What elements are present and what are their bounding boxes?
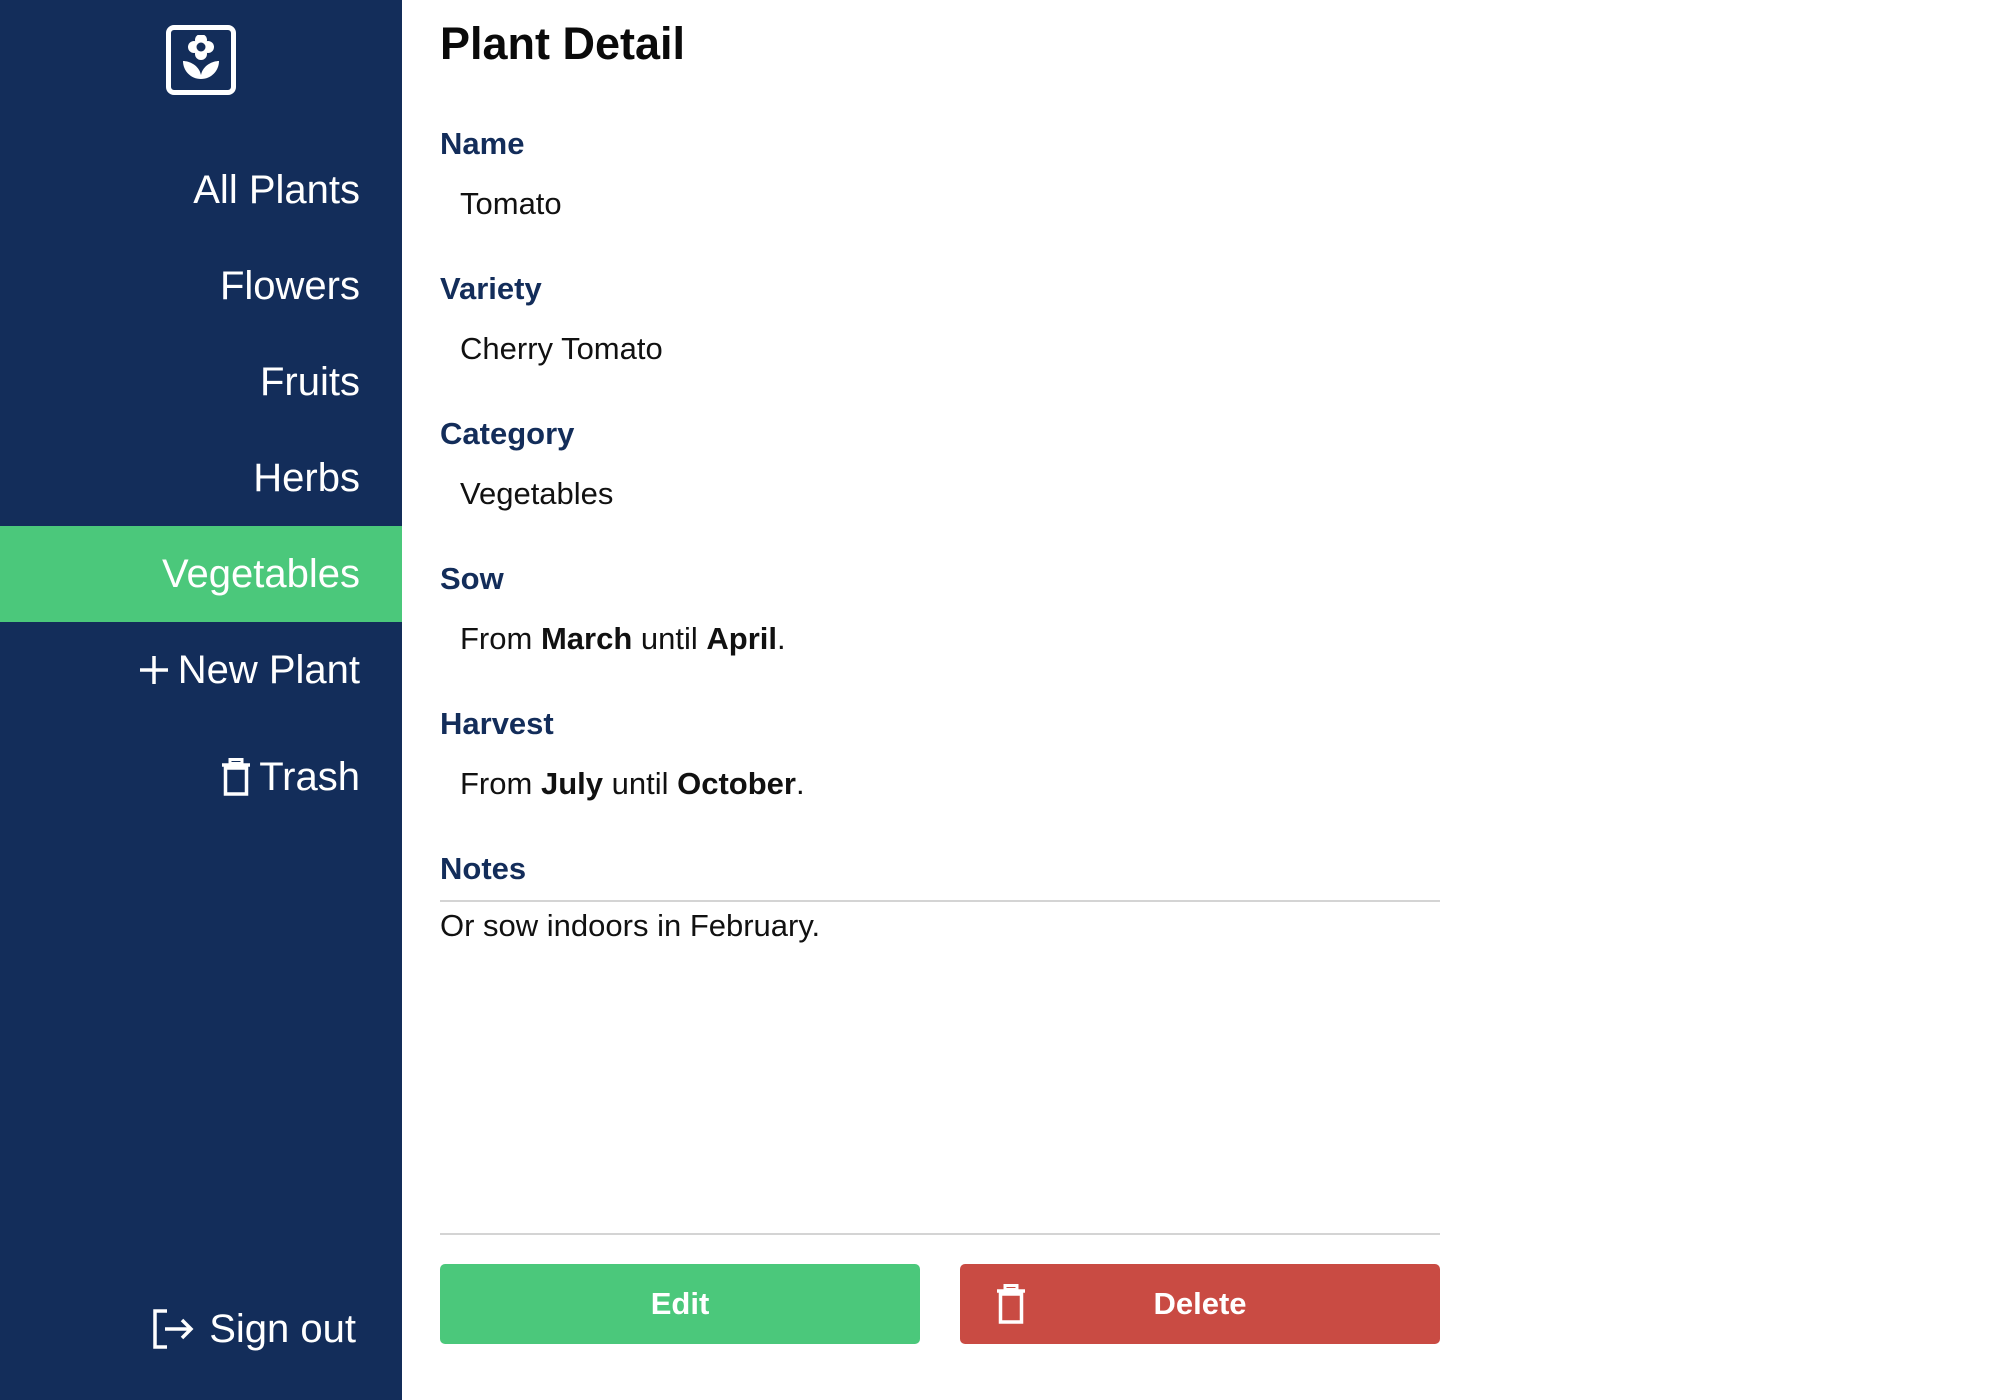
harvest-label: Harvest	[440, 706, 554, 741]
sow-until-month: April	[706, 621, 778, 656]
category-value: Vegetables	[460, 476, 614, 511]
category-label: Category	[440, 416, 575, 451]
plus-icon	[138, 654, 170, 686]
nav-item-vegetables[interactable]: Vegetables	[0, 526, 402, 622]
nav-item-label: Vegetables	[162, 551, 360, 596]
sign-out-label: Sign out	[209, 1306, 356, 1351]
sow-value: From March until April.	[460, 621, 786, 657]
nav-item-label: Herbs	[253, 455, 360, 500]
sow-middle: until	[640, 621, 698, 656]
sow-prefix: From	[460, 621, 533, 656]
actions-divider	[440, 1233, 1440, 1235]
harvest-prefix: From	[460, 766, 533, 801]
variety-label: Variety	[440, 271, 542, 306]
nav-item-all-plants[interactable]: All Plants	[0, 142, 402, 238]
sidebar: All Plants Flowers Fruits Herbs Vegetabl…	[0, 0, 402, 1400]
app-root: All Plants Flowers Fruits Herbs Vegetabl…	[0, 0, 2000, 1400]
new-plant-label: New Plant	[177, 647, 360, 692]
notes-label: Notes	[440, 851, 527, 886]
nav-item-fruits[interactable]: Fruits	[0, 334, 402, 430]
trash-label: Trash	[259, 754, 360, 799]
trash-button[interactable]: Trash	[0, 718, 402, 836]
app-logo[interactable]	[166, 25, 236, 95]
sow-suffix: .	[777, 621, 786, 656]
delete-button[interactable]: Delete	[960, 1264, 1440, 1344]
harvest-from-month: July	[540, 766, 603, 801]
harvest-value: From July until October.	[460, 766, 805, 802]
page-title: Plant Detail	[440, 18, 686, 69]
new-plant-button[interactable]: New Plant	[0, 622, 402, 718]
variety-value: Cherry Tomato	[460, 331, 663, 366]
plant-detail-panel: Plant Detail Name Tomato Variety Cherry …	[440, 0, 1440, 1400]
delete-button-label: Delete	[1153, 1286, 1247, 1321]
edit-button[interactable]: Edit	[440, 1264, 920, 1344]
trash-icon	[996, 1284, 1026, 1324]
sign-out-icon	[151, 1308, 195, 1350]
name-value: Tomato	[460, 186, 562, 221]
category-nav: All Plants Flowers Fruits Herbs Vegetabl…	[0, 142, 402, 836]
harvest-middle: until	[611, 766, 669, 801]
notes-divider	[440, 900, 1440, 902]
edit-button-label: Edit	[650, 1286, 710, 1321]
nav-item-flowers[interactable]: Flowers	[0, 238, 402, 334]
nav-item-herbs[interactable]: Herbs	[0, 430, 402, 526]
flower-icon	[179, 33, 223, 86]
nav-item-label: Flowers	[219, 263, 360, 308]
trash-icon	[221, 758, 251, 796]
sow-label: Sow	[440, 561, 504, 596]
nav-item-label: Fruits	[260, 359, 360, 404]
sign-out-button[interactable]: Sign out	[0, 1294, 402, 1364]
harvest-suffix: .	[795, 766, 805, 801]
name-label: Name	[440, 126, 525, 161]
nav-item-label: All Plants	[193, 167, 360, 212]
notes-value: Or sow indoors in February.	[440, 908, 821, 943]
sow-from-month: March	[540, 621, 633, 656]
harvest-until-month: October	[677, 766, 796, 801]
